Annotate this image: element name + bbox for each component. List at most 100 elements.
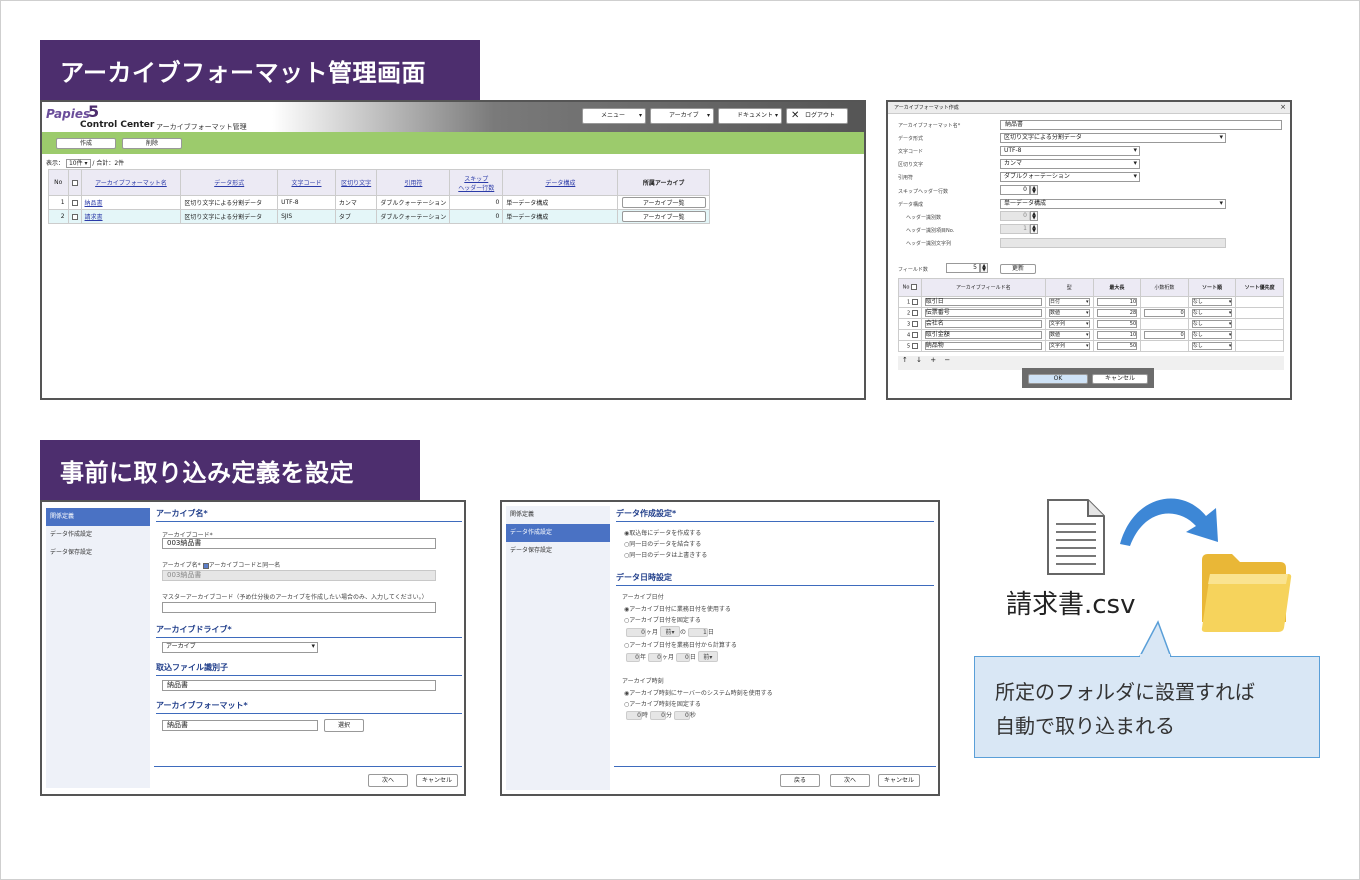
max-length-stepper[interactable]: 28 (1096, 309, 1138, 317)
archive-format-list-screen: Papies 5 Control Center アーカイブフォーマット管理 メニ… (40, 100, 866, 400)
sort-select[interactable]: なし ▾ (1191, 342, 1233, 350)
sort-select[interactable]: なし ▾ (1191, 331, 1233, 339)
radio-server-time[interactable]: ◉アーカイブ時刻にサーバーのシステム時刻を使用する (624, 688, 773, 697)
type-select[interactable]: 文字列 ▾ (1048, 320, 1090, 328)
decimal-stepper[interactable]: 0 (1144, 309, 1185, 317)
sort-select[interactable]: なし ▾ (1191, 309, 1233, 317)
table-row: 2 伝票番号 数値 ▾ 28 0 なし ▾ (898, 307, 1284, 319)
sidebar-item-create[interactable]: データ作成設定 (46, 526, 150, 544)
dialog-close-icon[interactable]: × (1280, 103, 1286, 111)
menu-button[interactable]: メニュー ▾ (582, 108, 646, 124)
decimal-stepper[interactable]: 0 (1144, 331, 1185, 339)
archive-drive-select[interactable]: アーカイブ (162, 642, 318, 653)
quote-select[interactable]: ダブルクォーテーション (1000, 172, 1140, 182)
archive-code-input[interactable]: 003納品書 (162, 538, 436, 549)
sort-select[interactable]: なし ▾ (1191, 320, 1233, 328)
row-checkbox[interactable] (911, 342, 918, 349)
row-checkbox[interactable] (71, 199, 78, 206)
type-select[interactable]: 数値 ▾ (1048, 331, 1090, 339)
back-button[interactable]: 戻る (780, 774, 820, 787)
move-down-button[interactable]: ↓ (916, 356, 922, 364)
sidebar-item-save[interactable]: データ保存設定 (506, 542, 610, 560)
radio-merge-same-day[interactable]: ○同一日のデータを結合する (624, 539, 701, 548)
select-all-checkbox[interactable] (911, 284, 918, 291)
sidebar-item-relation[interactable]: 関係定義 (506, 506, 610, 524)
field-name-input[interactable]: 会社名 (924, 320, 1042, 328)
table-row: 4 取引金額 数値 ▾ 10 0 なし ▾ (898, 329, 1284, 341)
type-select[interactable]: 日付 ▾ (1048, 298, 1090, 306)
data-format-select[interactable]: 区切り文字による分割データ (1000, 133, 1226, 143)
radio-overwrite-same-day[interactable]: ○同一日のデータは上書きする (624, 550, 707, 559)
radio-calc-date[interactable]: ○アーカイブ日付を業務日付から計算する (624, 640, 737, 649)
sidebar-item-create[interactable]: データ作成設定 (506, 524, 610, 542)
archive-menu-button[interactable]: アーカイブ ▾ (650, 108, 714, 124)
section-data-datetime: データ日時設定 (616, 572, 934, 586)
master-archive-input[interactable] (162, 602, 436, 613)
dialog-titlebar: アーカイブフォーマット作成 × (888, 102, 1290, 114)
format-name-input[interactable]: 納品書 (1000, 120, 1282, 130)
delete-button[interactable]: 削除 (122, 138, 182, 149)
cancel-button[interactable]: キャンセル (1092, 374, 1148, 384)
field-name-input[interactable]: 取引金額 (924, 331, 1042, 339)
skip-rows-stepper[interactable]: 0 ▲ ▼ (1000, 185, 1038, 195)
field-name-input[interactable]: 取引日 (924, 298, 1042, 306)
header-string-input (1000, 238, 1226, 248)
max-length-stepper[interactable]: 50 (1096, 342, 1138, 350)
remove-row-button[interactable]: − (944, 356, 950, 364)
type-select[interactable]: 数値 ▾ (1048, 309, 1090, 317)
max-length-stepper[interactable]: 10 (1096, 331, 1138, 339)
form-footer (614, 766, 936, 767)
select-format-button[interactable]: 選択 (324, 719, 364, 732)
form-footer (154, 766, 462, 767)
move-up-button[interactable]: ↑ (902, 356, 908, 364)
field-name-input[interactable]: 納品物 (924, 342, 1042, 350)
header-no-stepper[interactable]: 1 ▲ ▼ (1000, 224, 1038, 234)
date-offset-row: 0ヶ月 前▾ の 1日 (626, 626, 714, 637)
structure-select[interactable]: 単一データ構成 (1000, 199, 1226, 209)
max-length-stepper[interactable]: 10 (1096, 298, 1138, 306)
sidebar-item-relation[interactable]: 関係定義 (46, 508, 150, 526)
row-checkbox[interactable] (911, 309, 918, 316)
cancel-button[interactable]: キャンセル (878, 774, 920, 787)
archive-list-button[interactable]: アーカイブ一覧 (621, 211, 706, 222)
paging-info: 表示： 10件 ▾ / 合計：2件 (46, 159, 125, 168)
add-row-button[interactable]: + (930, 356, 936, 364)
logout-button[interactable]: ✕ ログアウト (786, 108, 848, 124)
archive-list-button[interactable]: アーカイブ一覧 (621, 197, 706, 208)
select-all-checkbox[interactable] (71, 179, 78, 186)
sidebar-item-save[interactable]: データ保存設定 (46, 544, 150, 562)
table-row: 5 納品物 文字列 ▾ 50 なし ▾ (898, 340, 1284, 352)
row-checkbox[interactable] (911, 320, 918, 327)
next-button[interactable]: 次へ (368, 774, 408, 787)
update-button[interactable]: 更新 (1000, 264, 1036, 274)
sort-select[interactable]: なし ▾ (1191, 298, 1233, 306)
date-calc-row: 0年 0ヶ月 0日 前▾ (626, 651, 718, 662)
file-identifier-input[interactable]: 納品書 (162, 680, 436, 691)
document-menu-button[interactable]: ドキュメント ▾ (718, 108, 782, 124)
header-count-stepper[interactable]: 0 ▲ ▼ (1000, 211, 1038, 221)
row-checkbox[interactable] (911, 331, 918, 338)
radio-use-business-date[interactable]: ◉アーカイブ日付に業務日付を使用する (624, 604, 731, 613)
row-checkbox[interactable] (911, 298, 918, 305)
create-button[interactable]: 作成 (56, 138, 116, 149)
archive-format-input[interactable]: 納品書 (162, 720, 318, 731)
row-checkbox[interactable] (71, 213, 78, 220)
max-length-stepper[interactable]: 50 (1096, 320, 1138, 328)
radio-fixed-date[interactable]: ○アーカイブ日付を固定する (624, 615, 701, 624)
encoding-select[interactable]: UTF-8 (1000, 146, 1140, 156)
cancel-button[interactable]: キャンセル (416, 774, 458, 787)
section-archive-format: アーカイブフォーマット* (156, 700, 462, 714)
next-button[interactable]: 次へ (830, 774, 870, 787)
radio-create-each[interactable]: ◉取込毎にデータを作成する (624, 528, 701, 537)
field-count-stepper[interactable]: 5 ▲ ▼ (946, 263, 988, 273)
archive-format-table: No アーカイブフォーマット名 データ形式 文字コード 区切り文字 引用符 スキ… (48, 169, 710, 224)
radio-fixed-time[interactable]: ○アーカイブ時刻を固定する (624, 699, 701, 708)
data-creation-form: 関係定義 データ作成設定 データ保存設定 データ作成設定* ◉取込毎にデータを作… (500, 500, 940, 796)
ok-button[interactable]: OK (1028, 374, 1088, 384)
per-page-select[interactable]: 10件 ▾ (65, 159, 91, 168)
archive-definition-form: 関係定義 データ作成設定 データ保存設定 アーカイブ名* アーカイブコード* 0… (40, 500, 466, 796)
type-select[interactable]: 文字列 ▾ (1048, 342, 1090, 350)
field-name-input[interactable]: 伝票番号 (924, 309, 1042, 317)
field-table: No アーカイブフィールド名 型 最大長 小数桁数 ソート順 ソート優先度 1 … (898, 278, 1284, 352)
delimiter-select[interactable]: カンマ (1000, 159, 1140, 169)
